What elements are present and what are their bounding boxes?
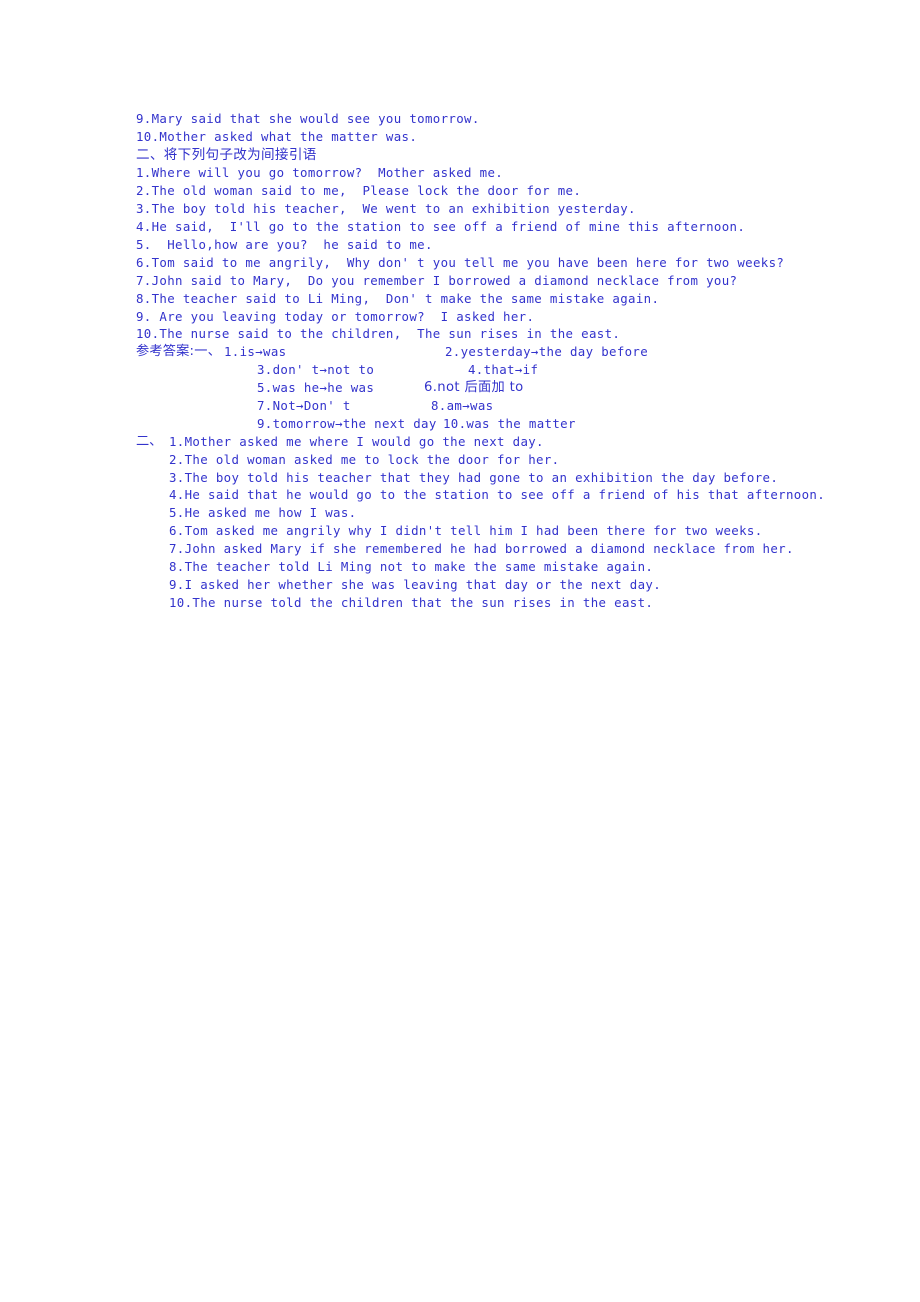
answer-item: 9.I asked her whether she was leaving th… <box>169 576 662 592</box>
answer-item: 1.Mother asked me where I would go the n… <box>169 433 544 449</box>
exercise-item: 10.The nurse said to the children, The s… <box>136 326 621 342</box>
exercise-item: 3.The boy told his teacher, We went to a… <box>136 201 636 217</box>
answer-key-left-cell: 5.was he→he was <box>257 380 375 396</box>
answer-key-right-cell: 10.was the matter <box>443 415 576 431</box>
answer-key-row: 7.Not→Don' t 8.am→was <box>136 397 836 415</box>
answer-key-left-cell: 1.is→was <box>224 344 287 360</box>
answer-key-left-cell: 9.tomorrow→the next day <box>257 415 437 431</box>
answer-key-part-two-head: 二、 1.Mother asked me where I would go th… <box>136 433 836 451</box>
exercise-item: 4.He said, I'll go to the station to see… <box>136 219 746 235</box>
exercise-item: 6.Tom said to me angrily, Why don' t you… <box>136 254 785 270</box>
answer-key-part-one: 参考答案:一、 1.is→was 2.yesterday→the day bef… <box>136 343 836 432</box>
answer-item: 10.The nurse told the children that the … <box>169 594 654 610</box>
answer-key-right-cell: 8.am→was <box>431 397 494 413</box>
exercise-item: 2.The old woman said to me, Please lock … <box>136 183 582 199</box>
answer-item: 6.Tom asked me angrily why I didn't tell… <box>169 523 763 539</box>
answer-key-right-cell: 4.that→if <box>468 362 539 378</box>
exercise-item: 5. Hello,how are you? he said to me. <box>136 236 433 252</box>
answer-key-row: 参考答案:一、 1.is→was 2.yesterday→the day bef… <box>136 343 836 361</box>
document-body: 9.Mary said that she would see you tomor… <box>136 110 836 612</box>
answer-item: 2.The old woman asked me to lock the doo… <box>169 451 560 467</box>
answer-key-right-cell: 2.yesterday→the day before <box>445 344 649 360</box>
section-two-items: 1.Where will you go tomorrow? Mother ask… <box>136 164 836 343</box>
section-two-heading: 二、将下列句子改为间接引语 <box>136 146 317 163</box>
answer-item: 4.He said that he would go to the statio… <box>169 487 826 503</box>
answer-item: 5.He asked me how I was. <box>169 505 357 521</box>
continued-answer-line: 9.Mary said that she would see you tomor… <box>136 111 480 126</box>
answer-key-part-two: 二、 1.Mother asked me where I would go th… <box>136 433 836 612</box>
answer-key-row: 5.was he→he was 6.not 后面加 to <box>136 379 836 397</box>
answer-key-left-cell: 7.Not→Don' t <box>257 397 351 413</box>
exercise-item: 7.John said to Mary, Do you remember I b… <box>136 272 738 288</box>
continued-answer-line: 10.Mother asked what the matter was. <box>136 128 418 144</box>
answer-key-right-cell: 6.not 后面加 to <box>424 380 524 396</box>
answer-key-row: 9.tomorrow→the next day 10.was the matte… <box>136 415 836 433</box>
exercise-item: 1.Where will you go tomorrow? Mother ask… <box>136 165 504 181</box>
answer-item: 3.The boy told his teacher that they had… <box>169 469 779 485</box>
exercise-item: 8.The teacher said to Li Ming, Don' t ma… <box>136 290 660 306</box>
document-page: 9.Mary said that she would see you tomor… <box>0 0 920 1302</box>
continued-answers-block: 9.Mary said that she would see you tomor… <box>136 110 836 146</box>
answer-key-label: 参考答案:一、 <box>136 344 221 360</box>
exercise-item: 9. Are you leaving today or tomorrow? I … <box>136 308 535 324</box>
answer-key-left-cell: 3.don' t→not to <box>257 362 375 378</box>
answer-key-row: 3.don' t→not to 4.that→if <box>136 361 836 379</box>
answer-item: 7.John asked Mary if she remembered he h… <box>169 541 794 557</box>
answer-item: 8.The teacher told Li Ming not to make t… <box>169 558 654 574</box>
